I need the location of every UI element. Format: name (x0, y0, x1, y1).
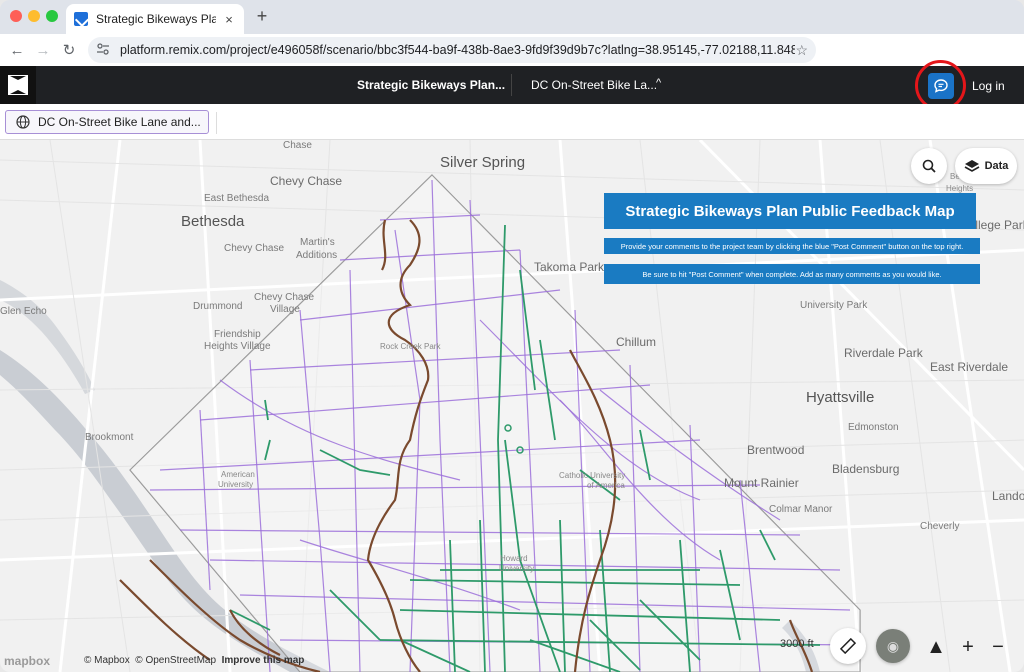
place-label: Lando (992, 489, 1024, 503)
place-label: University Park (800, 300, 868, 311)
place-label: Chevy Chase (270, 174, 343, 188)
place-label: Catholic University (559, 471, 626, 480)
place-label: Brentwood (747, 443, 805, 457)
back-button[interactable]: ← (4, 42, 30, 59)
data-layers-button[interactable]: Data (955, 148, 1017, 184)
place-label: Silver Spring (440, 154, 526, 171)
place-label: Cheverly (920, 521, 960, 532)
new-tab-button[interactable]: + (252, 6, 272, 27)
layers-icon (964, 160, 979, 172)
place-label: Hyattsville (806, 389, 875, 406)
place-label: Chase (283, 140, 312, 151)
scale-label: 3000 ft (780, 638, 814, 650)
star-icon[interactable]: ☆ (795, 42, 808, 59)
browser-tab[interactable]: Strategic Bikeways Plan Publi × (66, 4, 244, 34)
place-label: Martin's (300, 237, 335, 248)
place-label: Additions (296, 250, 338, 261)
place-label: Brookmont (85, 432, 134, 443)
search-icon (922, 159, 936, 173)
app-header: Strategic Bikeways Plan... DC On-Street … (0, 66, 1024, 104)
zoom-in-button[interactable]: + (956, 636, 980, 659)
scenario-dropdown[interactable]: DC On-Street Bike La... (531, 78, 657, 92)
place-label: East Riverdale (930, 360, 1009, 374)
place-label: Village (270, 304, 300, 315)
place-label: Howard (500, 554, 528, 563)
info-panel-line-1: Provide your comments to the project tea… (604, 238, 980, 254)
layer-bar: DC On-Street Bike Lane and... (0, 104, 1024, 140)
tab-close-icon[interactable]: × (222, 12, 236, 27)
place-label: Edmonston (848, 422, 899, 433)
place-label: Chevy Chase (224, 243, 285, 254)
header-divider (511, 74, 512, 96)
improve-map-link[interactable]: Improve this map (222, 655, 305, 666)
site-settings-icon[interactable] (96, 42, 110, 58)
address-row: ← → ↻ platform.remix.com/project/e496058… (0, 34, 1024, 93)
place-label: of America (587, 481, 625, 490)
chevron-up-icon[interactable]: ^ (656, 77, 661, 89)
url-text: platform.remix.com/project/e496058f/scen… (120, 43, 796, 57)
reload-button[interactable]: ↻ (56, 41, 82, 59)
globe-icon (16, 115, 30, 129)
place-label: Bladensburg (832, 462, 900, 476)
compass-icon[interactable]: ▲ (924, 636, 948, 659)
map-attribution: © Mapbox © OpenStreetMap Improve this ma… (84, 655, 304, 666)
place-label: Bethesda (181, 213, 245, 230)
ruler-icon (840, 638, 856, 654)
place-label: Colmar Manor (769, 504, 833, 515)
place-label: Takoma Park (534, 260, 605, 274)
satellite-toggle-button[interactable]: ◉ (876, 629, 910, 663)
place-label: American (221, 470, 255, 479)
place-label: Riverdale Park (844, 346, 923, 360)
info-panel-line-2: Be sure to hit "Post Comment" when compl… (604, 264, 980, 284)
layer-chip-label: DC On-Street Bike Lane and... (38, 115, 201, 129)
zoom-out-button[interactable]: − (986, 636, 1010, 659)
place-label: University (218, 480, 254, 489)
close-window-button[interactable] (10, 10, 22, 22)
address-bar[interactable]: platform.remix.com/project/e496058f/scen… (88, 37, 816, 63)
place-label: Heights Village (204, 341, 271, 352)
place-label: Friendship (214, 329, 261, 340)
project-title[interactable]: Strategic Bikeways Plan... (357, 78, 505, 92)
measure-button[interactable] (830, 628, 866, 664)
data-button-label: Data (984, 160, 1009, 172)
place-label: Mount Rainier (724, 476, 799, 490)
remix-favicon-icon (74, 12, 88, 26)
remix-logo[interactable] (0, 66, 36, 104)
browser-window: Strategic Bikeways Plan Publi × + ← → ↻ … (0, 0, 1024, 672)
forward-button[interactable]: → (30, 42, 56, 59)
place-label: Chevy Chase (254, 292, 315, 303)
info-panel-title: Strategic Bikeways Plan Public Feedback … (604, 193, 976, 229)
place-label: Chillum (616, 335, 657, 349)
tab-title: Strategic Bikeways Plan Publi (96, 12, 216, 26)
maximize-window-button[interactable] (46, 10, 58, 22)
place-label: East Bethesda (204, 193, 270, 204)
place-label: Heights (946, 184, 974, 193)
osm-attribution-link[interactable]: © OpenStreetMap (135, 655, 216, 666)
remix-logo-icon (8, 75, 28, 95)
mapbox-logo[interactable]: mapbox (4, 654, 50, 668)
place-label: Rock Creek Park (380, 342, 441, 351)
map-search-button[interactable] (911, 148, 947, 184)
place-label: Glen Echo (0, 306, 47, 317)
mapbox-attribution-link[interactable]: © Mapbox (84, 655, 130, 666)
minimize-window-button[interactable] (28, 10, 40, 22)
place-label: Drummond (193, 301, 243, 312)
login-link[interactable]: Log in (972, 79, 1005, 93)
filter-divider (216, 112, 217, 134)
layer-chip[interactable]: DC On-Street Bike Lane and... (5, 110, 209, 134)
tab-strip: Strategic Bikeways Plan Publi × + (0, 0, 1024, 34)
satellite-thumbnail-icon: ◉ (886, 637, 900, 654)
place-label: University (499, 564, 535, 573)
